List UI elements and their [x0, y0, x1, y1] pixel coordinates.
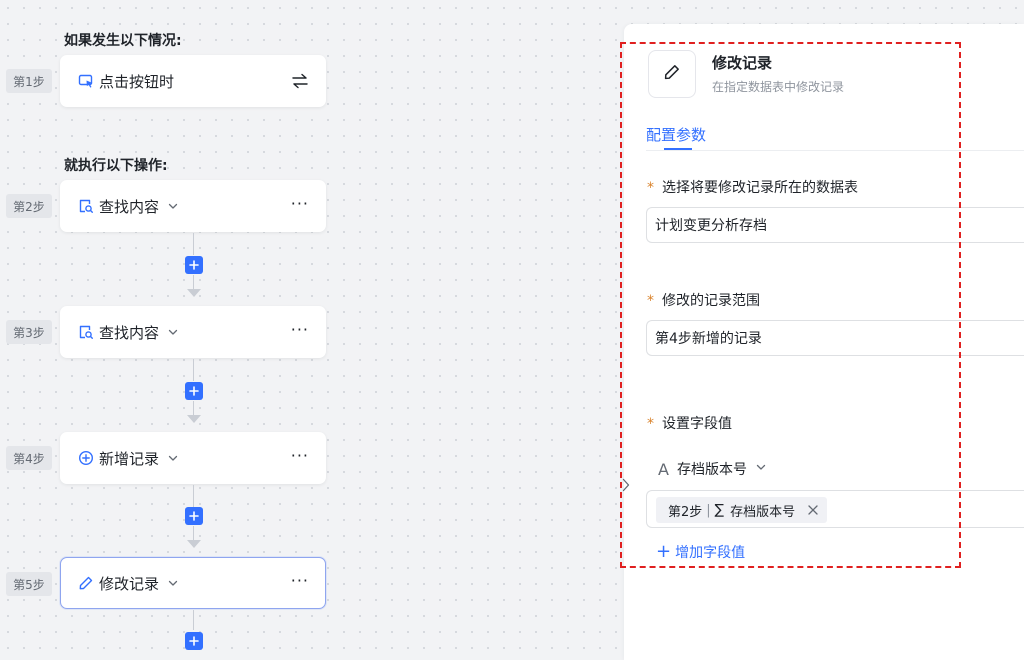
connector-line: [193, 233, 194, 255]
chevron-down-icon[interactable]: [167, 577, 179, 589]
pencil-icon: [663, 63, 681, 85]
swap-icon[interactable]: [291, 72, 309, 94]
step-tag-4: 第4步: [6, 446, 52, 470]
action-heading: 就执行以下操作:: [64, 158, 168, 174]
set-values-label: * 设置字段值: [647, 413, 732, 433]
step-label-5: 修改记录: [99, 574, 160, 593]
chip-separator: |: [706, 502, 711, 518]
range-field-label-text: 修改的记录范围: [662, 293, 760, 309]
chevron-down-icon[interactable]: [167, 200, 179, 212]
add-step-button[interactable]: [185, 382, 203, 400]
step-label-4: 新增记录: [99, 449, 160, 468]
connector-line: [193, 526, 194, 540]
text-field-icon: A: [658, 459, 669, 479]
find-doc-icon: [77, 323, 95, 341]
step-card-3[interactable]: 查找内容 ···: [60, 306, 326, 358]
add-step-button[interactable]: [185, 507, 203, 525]
step-card-2[interactable]: 查找内容 ···: [60, 180, 326, 232]
field-selector[interactable]: A 存档版本号: [658, 459, 767, 479]
reference-chip[interactable]: 第2步 | ∑ 存档版本号: [656, 497, 828, 523]
cursor-click-icon: [77, 72, 95, 90]
more-icon[interactable]: ···: [291, 196, 309, 212]
sigma-icon: ∑: [714, 502, 725, 518]
trigger-heading: 如果发生以下情况:: [64, 33, 182, 49]
step-card-4[interactable]: 新增记录 ···: [60, 432, 326, 484]
chip-step: 第2步: [668, 504, 703, 520]
step-label-2: 查找内容: [99, 197, 160, 216]
set-values-label-text: 设置字段值: [662, 416, 732, 432]
tab-divider: [646, 150, 1024, 151]
arrow-down-icon: [187, 415, 201, 423]
add-field-value-label: 增加字段值: [675, 545, 746, 561]
arrow-down-icon: [187, 540, 201, 548]
required-mark: *: [647, 293, 654, 309]
workflow-canvas: 如果发生以下情况: 第1步 点击按钮时 就执行以下操作: 第2步 查找内容 ··…: [0, 0, 622, 660]
connector-line: [193, 359, 194, 381]
chevron-down-icon[interactable]: [755, 461, 767, 477]
step-tag-1: 第1步: [6, 69, 52, 93]
add-field-value-button[interactable]: + 增加字段值: [656, 542, 745, 562]
table-select[interactable]: 计划变更分析存档: [646, 207, 1024, 243]
chip-field: 存档版本号: [730, 504, 796, 520]
required-mark: *: [647, 416, 654, 432]
table-field-label: * 选择将要修改记录所在的数据表: [647, 177, 858, 197]
plus-circle-icon: [77, 449, 95, 467]
connector-line: [193, 275, 194, 289]
step-tag-5: 第5步: [6, 572, 52, 596]
more-icon[interactable]: ···: [291, 448, 309, 464]
collapse-panel-handle[interactable]: [620, 474, 632, 496]
more-icon[interactable]: ···: [291, 573, 309, 589]
record-range-select[interactable]: 第4步新增的记录: [646, 320, 1024, 356]
required-mark: *: [647, 180, 654, 196]
add-step-button[interactable]: [185, 256, 203, 274]
step-label-3: 查找内容: [99, 323, 160, 342]
connector-line: [193, 610, 194, 630]
more-icon[interactable]: ···: [291, 322, 309, 338]
chevron-down-icon[interactable]: [167, 452, 179, 464]
step-tag-3: 第3步: [6, 320, 52, 344]
close-icon[interactable]: [807, 504, 819, 516]
add-step-button[interactable]: [185, 632, 203, 650]
field-name-text: 存档版本号: [676, 462, 747, 478]
panel-subtitle: 在指定数据表中修改记录: [712, 80, 845, 94]
range-field-label: * 修改的记录范围: [647, 290, 760, 310]
step-card-1[interactable]: 点击按钮时: [60, 55, 326, 107]
step-tag-2: 第2步: [6, 194, 52, 218]
arrow-down-icon: [187, 289, 201, 297]
chevron-down-icon[interactable]: [167, 326, 179, 338]
step-label-1: 点击按钮时: [99, 72, 175, 91]
tab-config-params[interactable]: 配置参数: [646, 124, 706, 145]
connector-line: [193, 485, 194, 507]
step-card-5[interactable]: 修改记录 ···: [60, 557, 326, 609]
table-field-label-text: 选择将要修改记录所在的数据表: [662, 180, 858, 196]
panel-title: 修改记录: [712, 54, 773, 72]
action-icon-box: [648, 50, 696, 98]
pencil-icon: [77, 574, 95, 592]
find-doc-icon: [77, 197, 95, 215]
plus-icon: +: [656, 541, 672, 562]
connector-line: [193, 401, 194, 415]
